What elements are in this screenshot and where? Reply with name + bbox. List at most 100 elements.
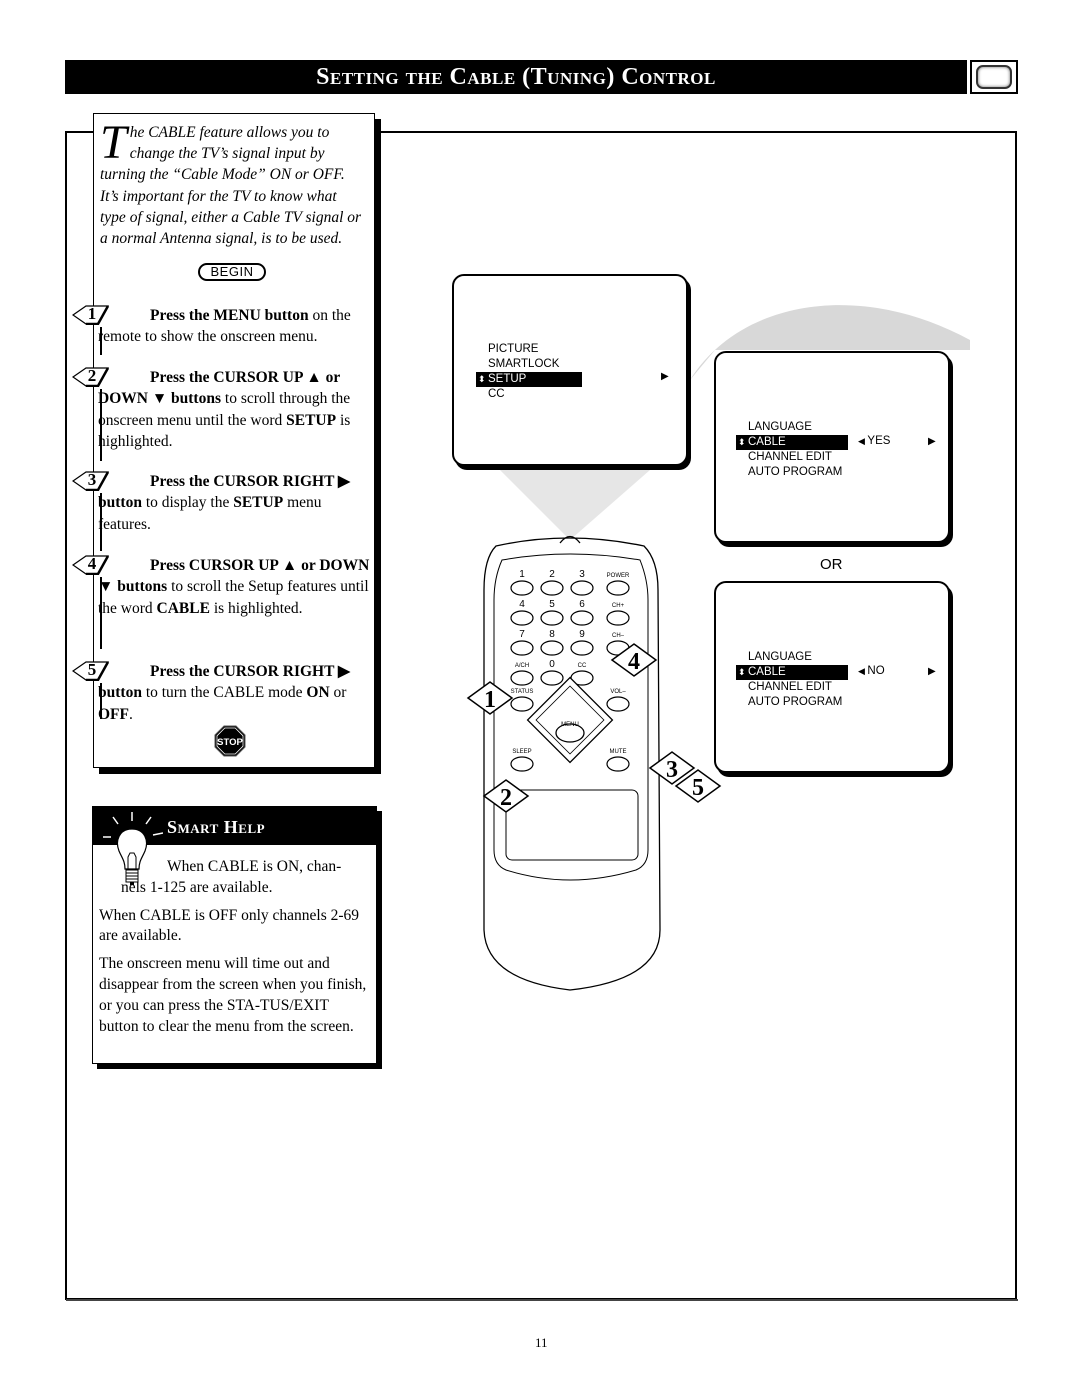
right-arrow-icon: ▶ xyxy=(928,436,936,447)
svg-text:8: 8 xyxy=(549,629,555,640)
tv-screen-icon xyxy=(970,60,1018,94)
svg-text:3: 3 xyxy=(579,569,585,580)
step-number: 4 xyxy=(87,554,97,573)
step-head: Press the CURSOR RIGHT ▶ button to turn … xyxy=(72,661,372,725)
menu-item-picture[interactable]: PICTURE xyxy=(476,342,582,357)
remote-key-status[interactable]: STATUS xyxy=(510,689,534,712)
menu-item-cable[interactable]: ⬍ CABLE xyxy=(736,435,848,450)
step-3: 3 Press the CURSOR RIGHT ▶ button to dis… xyxy=(72,470,372,555)
cable-value-text: NO xyxy=(867,665,885,677)
page-number: 11 xyxy=(535,1335,548,1350)
tv-screen-setup-no: LANGUAGE ⬍ CABLE CHANNEL EDIT AUTO PROGRAM ◀… xyxy=(714,581,950,773)
remote-key-sleep[interactable]: SLEEP xyxy=(510,749,534,772)
step-5: 5 Press the CURSOR RIGHT ▶ button to tur… xyxy=(72,660,372,725)
svg-text:POWER: POWER xyxy=(607,573,630,579)
remote-lower-panel xyxy=(505,789,639,861)
or-label: OR xyxy=(820,556,843,573)
svg-text:9: 9 xyxy=(579,629,585,640)
step-number: 1 xyxy=(87,304,97,323)
step-keyword: SETUP xyxy=(233,494,284,512)
step-connector xyxy=(100,389,102,461)
setup-menu-list: LANGUAGE ⬍ CABLE CHANNEL EDIT AUTO PROGRAM xyxy=(736,650,848,710)
smart-help-tip-3: The onscreen menu will time out and disa… xyxy=(99,955,367,1035)
step-connector xyxy=(100,683,102,719)
smart-help-title: Smart Help xyxy=(167,817,266,837)
menu-item-channel-edit[interactable]: CHANNEL EDIT xyxy=(736,680,848,695)
svg-text:7: 7 xyxy=(519,629,525,640)
menu-item-label: AUTO PROGRAM xyxy=(748,696,843,708)
smart-help-panel: Smart Help When CABLE is ON, chan- nels … xyxy=(92,806,377,1064)
svg-text:0: 0 xyxy=(549,659,555,670)
menu-item-label: CHANNEL EDIT xyxy=(748,681,832,693)
menu-item-setup[interactable]: ⬍ SETUP xyxy=(476,372,582,387)
step-head: Press the CURSOR RIGHT ▶ button to displ… xyxy=(72,471,372,535)
menu-item-language[interactable]: LANGUAGE xyxy=(736,420,848,435)
svg-text:MUTE: MUTE xyxy=(610,749,627,755)
menu-item-language[interactable]: LANGUAGE xyxy=(736,650,848,665)
menu-item-label: SMARTLOCK xyxy=(488,358,560,370)
step-keyword: OFF xyxy=(98,705,129,723)
step-head: Press the MENU button on the remote to s… xyxy=(72,305,372,348)
menu-item-label: CABLE xyxy=(748,666,786,678)
page-title: Setting the Cable (Tuning) Control xyxy=(316,63,716,90)
menu-item-auto-program[interactable]: AUTO PROGRAM xyxy=(736,465,848,480)
menu-item-cable[interactable]: ⬍ CABLE xyxy=(736,665,848,680)
light-bulb-icon xyxy=(103,809,164,899)
svg-text:5: 5 xyxy=(549,599,555,610)
svg-text:4: 4 xyxy=(628,649,640,675)
step-body: to turn the CABLE mode xyxy=(141,684,307,702)
menu-key-label: MENU xyxy=(561,722,579,728)
signal-beam xyxy=(500,470,650,540)
menu-item-channel-edit[interactable]: CHANNEL EDIT xyxy=(736,450,848,465)
svg-text:4: 4 xyxy=(519,599,525,610)
step-head-text: Press the MENU button xyxy=(150,307,309,324)
menu-item-cc[interactable]: CC xyxy=(476,387,582,402)
step-connector xyxy=(100,577,102,649)
svg-text:A/CH: A/CH xyxy=(515,663,529,669)
svg-text:5: 5 xyxy=(692,775,704,801)
intro-paragraph: The CABLE feature allows you to change t… xyxy=(100,116,364,249)
menu-item-smartlock[interactable]: SMARTLOCK xyxy=(476,357,582,372)
step-head: Press CURSOR UP ▲ or DOWN ▼ buttons to s… xyxy=(72,555,372,619)
step-body: to display the xyxy=(141,494,234,512)
step-connector xyxy=(100,327,102,355)
step-tail: . xyxy=(129,705,133,723)
step-number: 2 xyxy=(87,366,97,385)
cable-value: ◀ NO xyxy=(858,665,885,677)
svg-text:STATUS: STATUS xyxy=(511,689,534,695)
remote-key-power[interactable]: POWER xyxy=(606,573,630,596)
menu-item-label: CABLE xyxy=(748,436,786,448)
menu-item-label: SETUP xyxy=(488,373,527,385)
right-arrow-icon: ▶ xyxy=(928,666,936,677)
steps-list: 1 Press the MENU button on the remote to… xyxy=(72,304,372,725)
up-down-icon: ⬍ xyxy=(738,667,746,677)
stop-label: STOP xyxy=(217,737,243,748)
svg-text:3: 3 xyxy=(666,757,678,783)
step-tail: or xyxy=(329,684,347,702)
svg-text:CH+: CH+ xyxy=(612,603,625,609)
step-tail: is highlighted. xyxy=(209,599,303,617)
remote-body xyxy=(483,537,661,991)
dropcap: T xyxy=(100,116,127,169)
menu-item-label: LANGUAGE xyxy=(748,651,812,663)
menu-item-label: PICTURE xyxy=(488,343,539,355)
up-down-icon: ⬍ xyxy=(738,437,746,447)
svg-text:2: 2 xyxy=(500,785,512,811)
tv-screen-main-menu: PICTURE SMARTLOCK ⬍ SETUP CC ▶ xyxy=(452,274,688,466)
step-keyword: ON xyxy=(306,684,330,702)
svg-text:SLEEP: SLEEP xyxy=(512,749,531,755)
smart-help-tip-2: When CABLE is OFF only channels 2-69 are… xyxy=(99,906,360,945)
svg-text:CH–: CH– xyxy=(612,633,625,639)
step-keyword: SETUP xyxy=(286,411,337,429)
svg-text:VOL–: VOL– xyxy=(610,689,626,695)
up-down-icon: ⬍ xyxy=(478,374,486,384)
left-arrow-icon: ◀ xyxy=(858,666,868,676)
svg-text:6: 6 xyxy=(579,599,585,610)
menu-item-auto-program[interactable]: AUTO PROGRAM xyxy=(736,695,848,710)
step-number: 3 xyxy=(87,470,97,489)
step-keyword: CABLE xyxy=(156,599,210,617)
setup-menu-list: LANGUAGE ⬍ CABLE CHANNEL EDIT AUTO PROGRAM xyxy=(736,420,848,480)
remote-key-mute[interactable]: MUTE xyxy=(606,749,630,772)
main-menu-list: PICTURE SMARTLOCK ⬍ SETUP CC xyxy=(476,342,582,402)
menu-item-label: LANGUAGE xyxy=(748,421,812,433)
